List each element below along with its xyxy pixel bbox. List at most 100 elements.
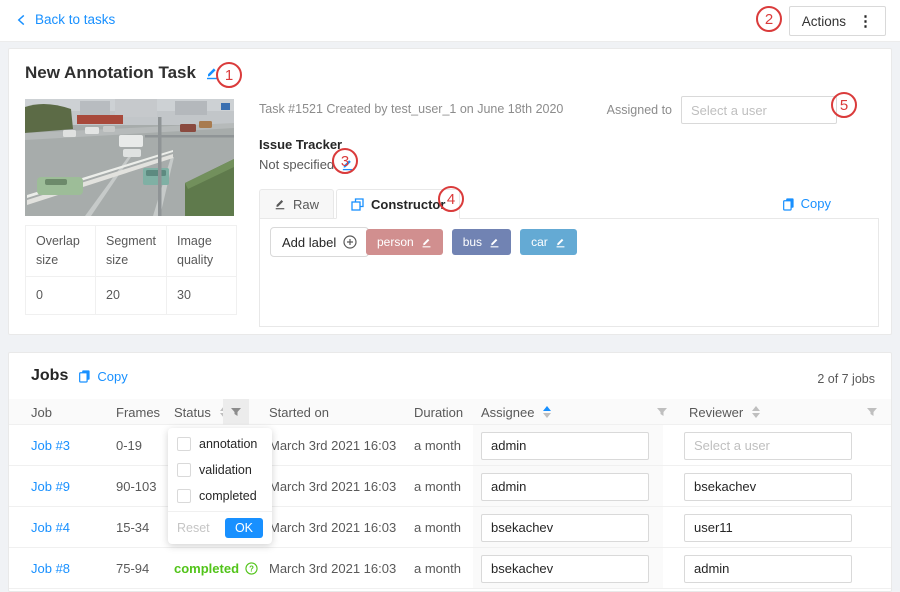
street-scene-image bbox=[25, 99, 234, 216]
label-chip-person-name: person bbox=[377, 235, 414, 249]
funnel-icon bbox=[866, 406, 878, 418]
funnel-icon bbox=[230, 406, 242, 418]
param-header-segment: Segment size bbox=[96, 226, 167, 277]
column-status-label: Status bbox=[174, 405, 211, 420]
param-header-overlap: Overlap size bbox=[26, 226, 96, 277]
column-status[interactable]: Status bbox=[174, 399, 228, 425]
issue-tracker-value: Not specified bbox=[259, 157, 334, 172]
column-job[interactable]: Job bbox=[31, 399, 52, 425]
filter-option-completed[interactable]: completed bbox=[168, 483, 272, 509]
label-chip-bus-name: bus bbox=[463, 235, 482, 249]
sort-assignee-icon[interactable] bbox=[543, 406, 551, 418]
callout-5: 5 bbox=[831, 92, 857, 118]
checkbox-completed[interactable] bbox=[177, 489, 191, 503]
filter-option-completed-label: completed bbox=[199, 489, 257, 503]
labels-tabs: Raw Constructor bbox=[259, 189, 462, 219]
frames-cell: 0-19 bbox=[116, 425, 142, 466]
reviewer-input[interactable] bbox=[684, 432, 852, 460]
checkbox-validation[interactable] bbox=[177, 463, 191, 477]
table-row: Job #4 15-34 March 3rd 2021 16:03 a mont… bbox=[9, 507, 891, 548]
assignee-cell bbox=[481, 548, 649, 589]
assignee-cell bbox=[481, 466, 649, 507]
add-label-button[interactable]: Add label bbox=[270, 227, 369, 257]
ellipsis-vertical-icon: ⋮ bbox=[858, 14, 873, 29]
copy-labels-link[interactable]: Copy bbox=[782, 196, 831, 211]
column-assignee-label: Assignee bbox=[481, 405, 534, 420]
sort-reviewer-icon[interactable] bbox=[752, 406, 760, 418]
task-title: New Annotation Task bbox=[25, 63, 196, 83]
duration-cell: a month bbox=[414, 466, 461, 507]
filter-ok-button[interactable]: OK bbox=[225, 518, 263, 538]
table-row: Job #8 75-94 completed ? March 3rd 2021 … bbox=[9, 548, 891, 589]
filter-status-icon[interactable] bbox=[223, 399, 249, 425]
column-duration[interactable]: Duration bbox=[414, 399, 463, 425]
task-preview-image bbox=[25, 99, 234, 216]
edit-label-icon[interactable] bbox=[489, 237, 500, 248]
filter-reset-link[interactable]: Reset bbox=[177, 521, 210, 535]
reviewer-input[interactable] bbox=[684, 473, 852, 501]
table-row: Job #3 0-19 March 3rd 2021 16:03 a month bbox=[9, 425, 891, 466]
assigned-to-label: Assigned to bbox=[607, 103, 672, 117]
param-value-segment: 20 bbox=[96, 276, 167, 314]
back-to-tasks-link[interactable]: Back to tasks bbox=[16, 12, 115, 27]
assigned-to-field: Assigned to bbox=[607, 96, 837, 124]
assignee-input[interactable] bbox=[481, 514, 649, 542]
assignee-input[interactable] bbox=[481, 555, 649, 583]
copy-jobs-link[interactable]: Copy bbox=[78, 369, 127, 384]
column-frames[interactable]: Frames bbox=[116, 399, 160, 425]
filter-reviewer-icon[interactable] bbox=[859, 399, 885, 425]
edit-label-icon[interactable] bbox=[421, 237, 432, 248]
frames-cell: 75-94 bbox=[116, 548, 149, 589]
checkbox-annotation[interactable] bbox=[177, 437, 191, 451]
started-on-cell: March 3rd 2021 16:03 bbox=[269, 466, 396, 507]
plus-circle-icon bbox=[343, 235, 357, 249]
assignee-cell bbox=[481, 507, 649, 548]
duration-cell: a month bbox=[414, 425, 461, 466]
assignee-input[interactable] bbox=[481, 432, 649, 460]
filter-assignee-icon[interactable] bbox=[649, 399, 675, 425]
task-meta-text: Task #1521 Created by test_user_1 on Jun… bbox=[259, 102, 563, 116]
pencil-icon bbox=[274, 198, 286, 210]
block-icon bbox=[351, 198, 364, 211]
assignee-input[interactable] bbox=[481, 473, 649, 501]
filter-option-validation[interactable]: validation bbox=[168, 457, 272, 483]
label-chip-car[interactable]: car bbox=[520, 229, 577, 255]
question-circle-icon[interactable]: ? bbox=[245, 562, 258, 575]
copy-labels-label: Copy bbox=[801, 196, 831, 211]
copy-jobs-label: Copy bbox=[97, 369, 127, 384]
task-title-row: New Annotation Task bbox=[25, 63, 219, 83]
job-link[interactable]: Job #9 bbox=[31, 466, 70, 507]
svg-text:?: ? bbox=[249, 564, 254, 573]
column-assignee[interactable]: Assignee bbox=[481, 399, 551, 425]
duration-cell: a month bbox=[414, 548, 461, 589]
status-cell: completed ? bbox=[174, 548, 258, 589]
job-link[interactable]: Job #4 bbox=[31, 507, 70, 548]
started-on-cell: March 3rd 2021 16:03 bbox=[269, 548, 396, 589]
tab-constructor-label: Constructor bbox=[371, 197, 445, 212]
table-row: Job #9 90-103 March 3rd 2021 16:03 a mon… bbox=[9, 466, 891, 507]
status-filter-dropdown: annotation validation completed Reset OK bbox=[168, 428, 272, 544]
label-chip-bus[interactable]: bus bbox=[452, 229, 511, 255]
column-reviewer[interactable]: Reviewer bbox=[689, 399, 760, 425]
assigned-to-input[interactable] bbox=[681, 96, 837, 124]
job-link[interactable]: Job #3 bbox=[31, 425, 70, 466]
jobs-header: Jobs Copy bbox=[31, 367, 128, 385]
edit-label-icon[interactable] bbox=[555, 237, 566, 248]
copy-icon bbox=[782, 197, 795, 211]
reviewer-cell bbox=[684, 507, 852, 548]
column-started-on[interactable]: Started on bbox=[269, 399, 329, 425]
reviewer-cell bbox=[684, 548, 852, 589]
copy-icon bbox=[78, 369, 91, 383]
callout-3: 3 bbox=[332, 148, 358, 174]
actions-button[interactable]: Actions ⋮ bbox=[789, 6, 886, 36]
reviewer-input[interactable] bbox=[684, 555, 852, 583]
column-frames-label: Frames bbox=[116, 405, 160, 420]
task-parameters-table: Overlap size Segment size Image quality … bbox=[25, 225, 237, 315]
label-chip-person[interactable]: person bbox=[366, 229, 443, 255]
tab-raw[interactable]: Raw bbox=[259, 189, 334, 219]
job-link[interactable]: Job #8 bbox=[31, 548, 70, 589]
filter-option-annotation-label: annotation bbox=[199, 437, 257, 451]
label-chips: person bus car bbox=[366, 229, 577, 255]
filter-option-annotation[interactable]: annotation bbox=[168, 428, 272, 457]
reviewer-input[interactable] bbox=[684, 514, 852, 542]
